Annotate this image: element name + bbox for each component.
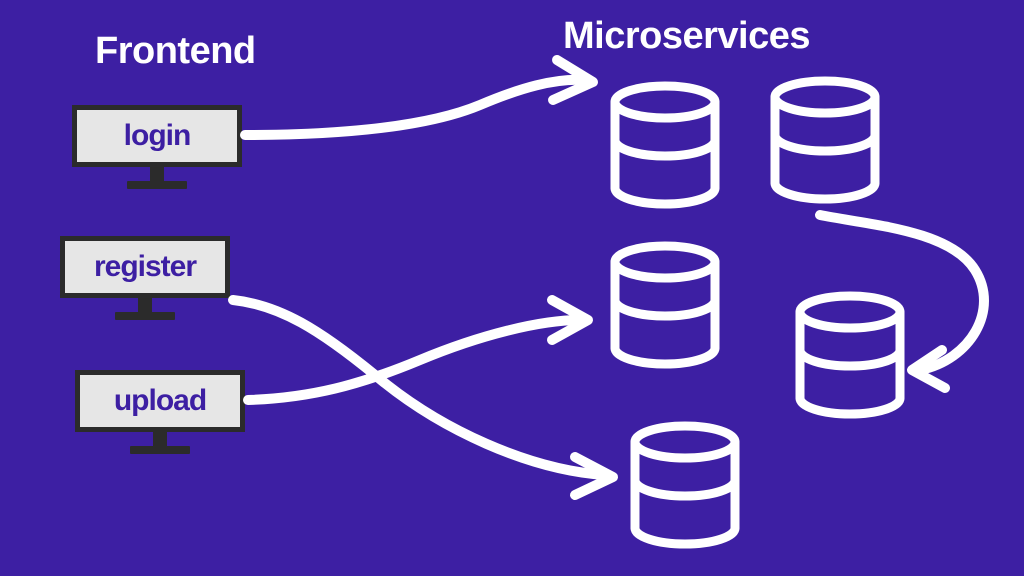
- monitor-register-label: register: [94, 250, 196, 284]
- monitor-upload: upload: [75, 370, 245, 454]
- monitor-neck: [150, 167, 164, 181]
- monitor-register-screen: register: [60, 236, 230, 298]
- monitor-base: [127, 181, 187, 189]
- monitor-base: [115, 312, 175, 320]
- heading-frontend: Frontend: [95, 30, 256, 73]
- db-mid-left: [600, 240, 730, 370]
- arrow-upload-to-db: [248, 300, 588, 400]
- database-icon: [775, 81, 875, 199]
- monitor-login-label: login: [124, 119, 191, 153]
- db-top-right: [760, 75, 890, 205]
- arrow-login-to-db: [245, 60, 593, 135]
- arrow-register-to-db: [233, 300, 613, 495]
- monitor-upload-screen: upload: [75, 370, 245, 432]
- db-bottom: [620, 420, 750, 550]
- monitor-neck: [138, 298, 152, 312]
- database-icon: [615, 246, 715, 364]
- db-mid-right: [785, 290, 915, 420]
- monitor-register: register: [60, 236, 230, 320]
- monitor-neck: [153, 432, 167, 446]
- db-top-left: [600, 80, 730, 210]
- monitor-upload-label: upload: [114, 384, 206, 418]
- heading-microservices: Microservices: [563, 15, 810, 58]
- database-icon: [635, 426, 735, 544]
- database-icon: [800, 296, 900, 414]
- monitor-login-screen: login: [72, 105, 242, 167]
- monitor-login: login: [72, 105, 242, 189]
- database-icon: [615, 86, 715, 204]
- monitor-base: [130, 446, 190, 454]
